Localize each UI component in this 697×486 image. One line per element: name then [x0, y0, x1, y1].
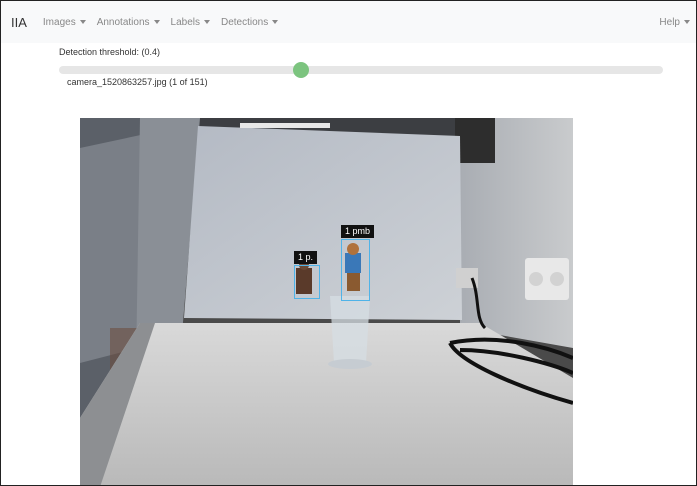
detection-box[interactable] — [294, 265, 320, 299]
menu-help-label: Help — [659, 16, 680, 28]
image-viewer[interactable]: 1 p. 1 pmb — [80, 118, 573, 485]
camera-image — [80, 118, 573, 485]
threshold-slider[interactable] — [59, 62, 663, 78]
brand-logo[interactable]: IIA — [11, 15, 27, 30]
app-frame: IIA Images Annotations Labels Detections… — [0, 0, 697, 486]
navbar: IIA Images Annotations Labels Detections… — [1, 1, 696, 43]
image-filename: camera_1520863257.jpg (1 of 151) — [67, 77, 208, 87]
detection-label: 1 p. — [294, 251, 318, 264]
menu-annotations-label: Annotations — [96, 16, 150, 28]
menu-detections[interactable]: Detections — [221, 16, 279, 28]
caret-down-icon — [272, 20, 279, 24]
menu-images-label: Images — [42, 16, 76, 28]
menu-annotations[interactable]: Annotations — [97, 17, 160, 28]
menu-labels-label: Labels — [170, 16, 200, 28]
caret-down-icon — [153, 20, 160, 24]
menu-labels[interactable]: Labels — [171, 17, 210, 28]
threshold-label: Detection threshold: (0.4) — [59, 47, 161, 57]
caret-down-icon — [204, 20, 210, 24]
slider-handle[interactable] — [292, 62, 309, 78]
detection-box[interactable] — [341, 239, 370, 301]
caret-down-icon — [684, 20, 690, 24]
menu-images[interactable]: Images — [43, 17, 86, 28]
menu-help[interactable]: Help — [659, 17, 690, 28]
caret-down-icon — [79, 20, 86, 24]
detection-label: 1 pmb — [341, 225, 375, 238]
menu-detections-label: Detections — [221, 16, 269, 28]
